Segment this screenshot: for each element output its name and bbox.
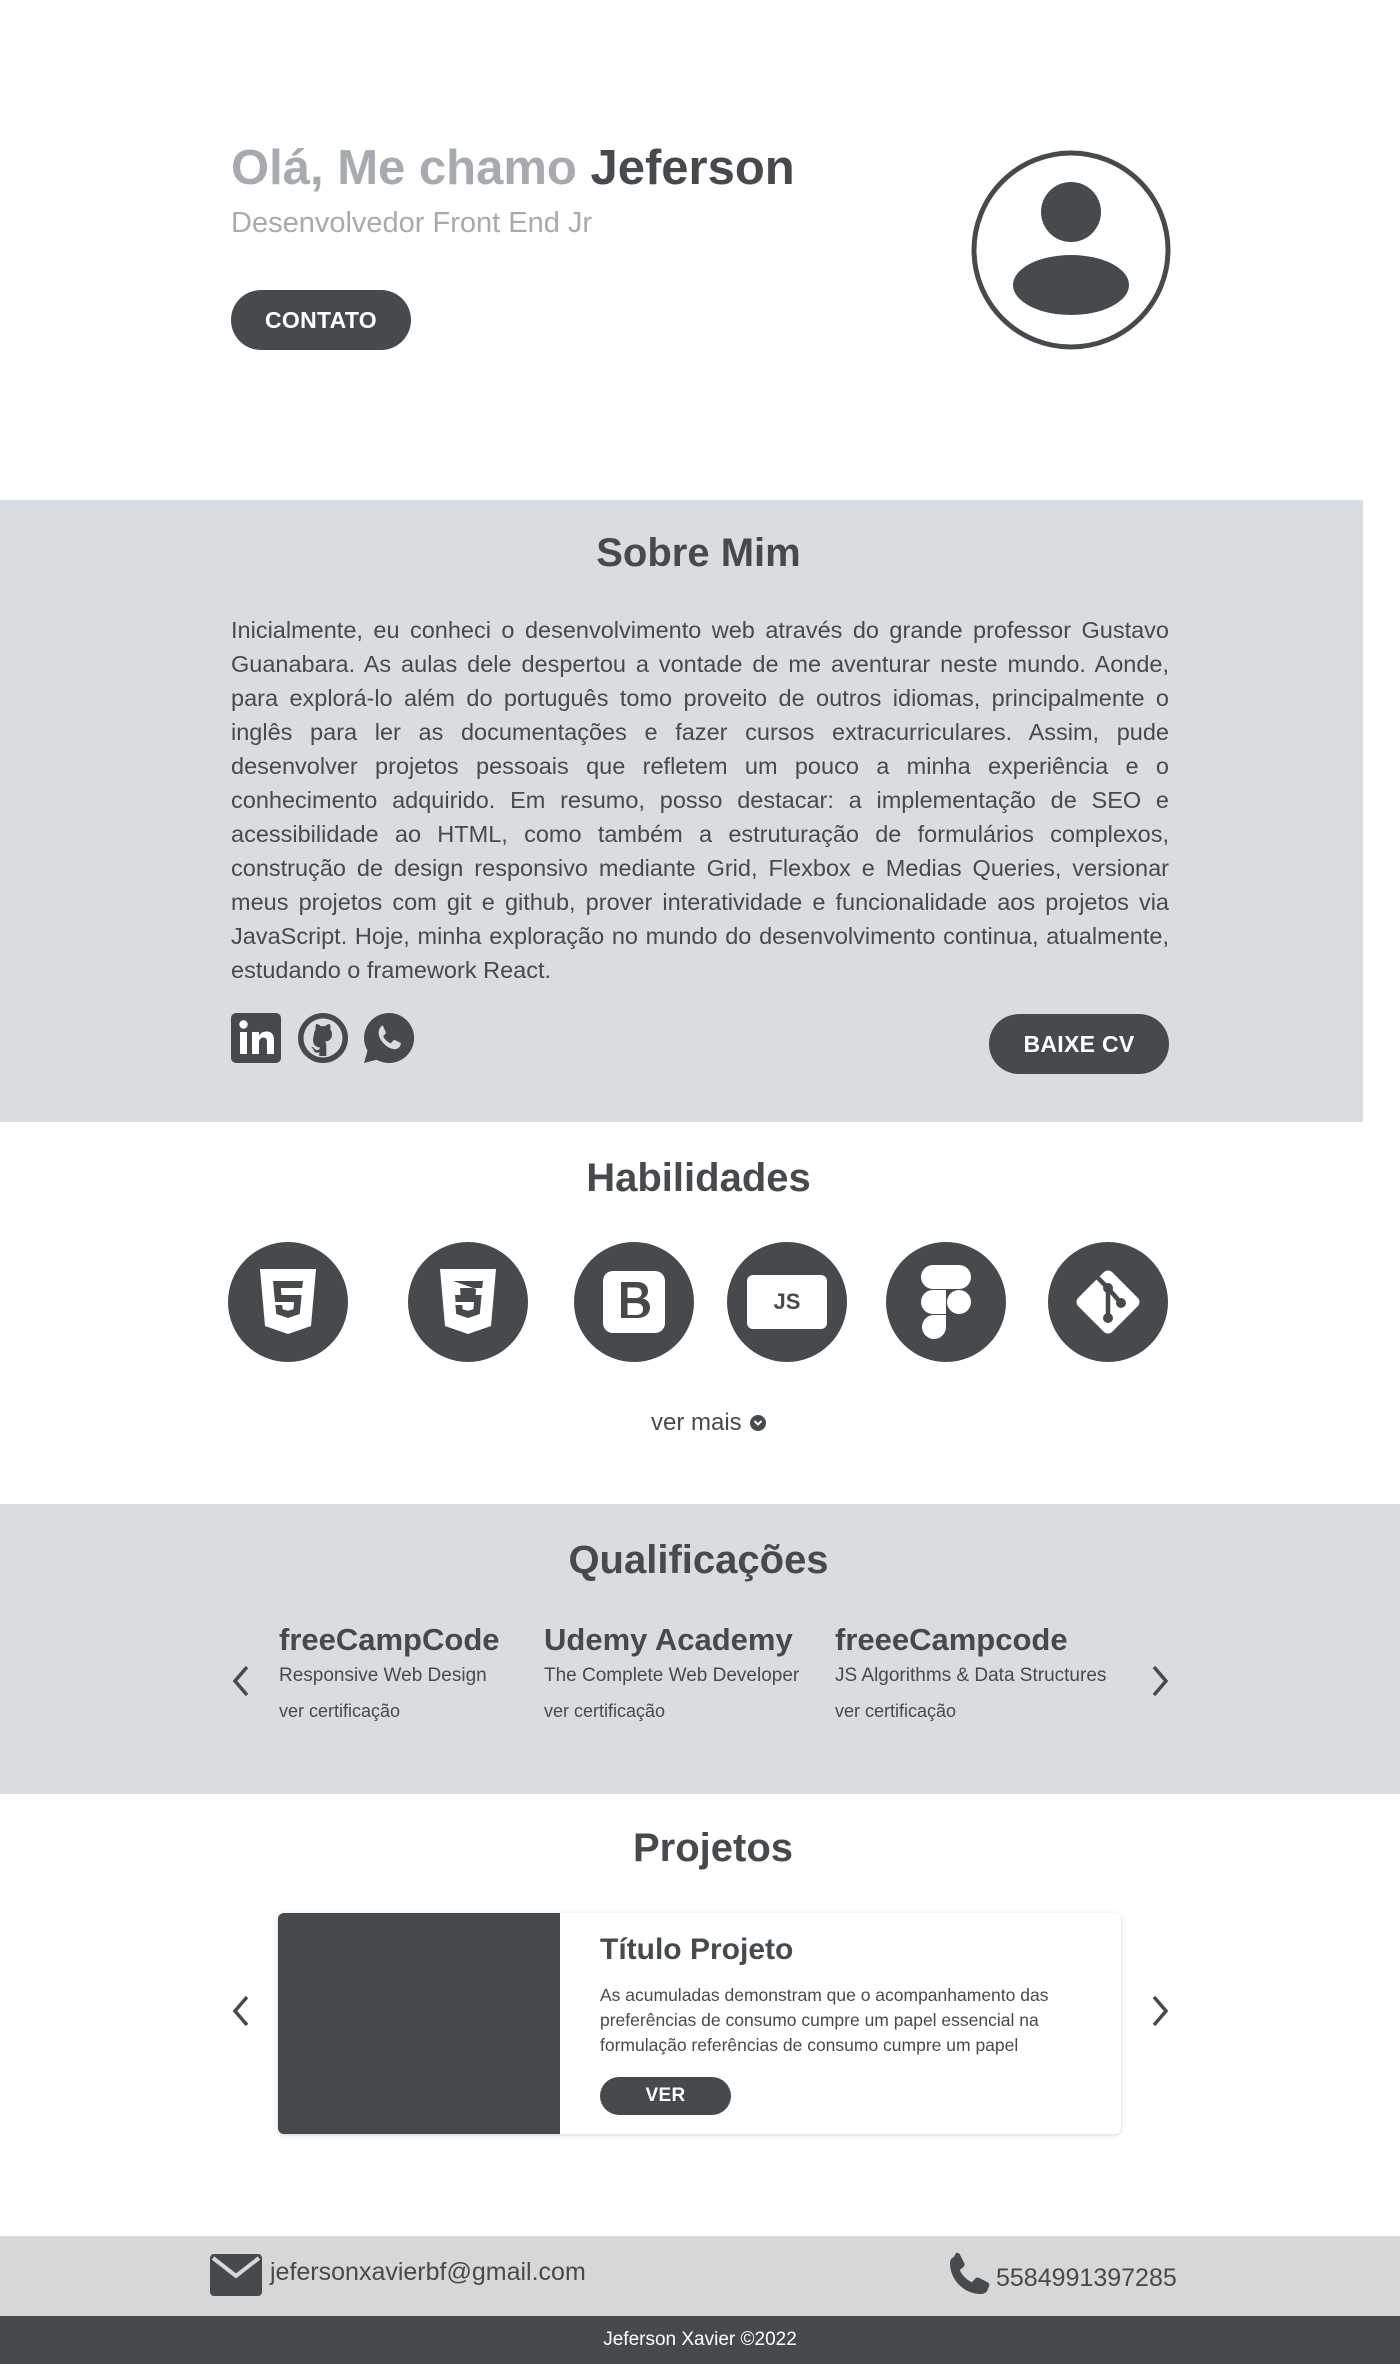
user-avatar-icon: [971, 150, 1171, 350]
copyright: Jeferson Xavier ©2022: [0, 2316, 1400, 2364]
hero-name: Jeferson: [590, 141, 795, 195]
qualifications-section: Qualificações freeCampCode Responsive We…: [0, 1504, 1400, 1794]
chevron-right-icon[interactable]: [1145, 1661, 1175, 1701]
hero-title: Olá, Me chamo Jeferson: [231, 138, 795, 198]
skills-title: Habilidades: [586, 1156, 811, 1200]
mail-icon: [210, 2254, 262, 2301]
projects-title: Projetos: [632, 1826, 794, 1870]
whatsapp-icon[interactable]: [363, 1012, 415, 1064]
certificate-link[interactable]: ver certificação: [279, 1699, 500, 1723]
chevron-left-icon[interactable]: [226, 1991, 256, 2031]
figma-icon: [886, 1242, 1006, 1362]
qualification-item: freeCampCode Responsive Web Design ver c…: [279, 1622, 500, 1723]
css3-icon: [408, 1242, 528, 1362]
html5-icon: [228, 1242, 348, 1362]
bootstrap-icon: [574, 1242, 694, 1362]
linkedin-icon[interactable]: [231, 1012, 281, 1064]
see-more-label: ver mais: [651, 1409, 742, 1436]
download-cv-button[interactable]: BAIXE CV: [989, 1014, 1169, 1074]
chevron-right-icon[interactable]: [1145, 1991, 1175, 2031]
qualification-name: freeeCampcode: [835, 1622, 1068, 1657]
certificate-link[interactable]: ver certificação: [544, 1699, 799, 1723]
about-section: Sobre Mim Inicialmente, eu conheci o des…: [0, 500, 1363, 1122]
view-project-button[interactable]: VER: [600, 2077, 731, 2115]
qualification-name: freeCampCode: [279, 1622, 500, 1657]
chevron-left-icon[interactable]: [226, 1661, 256, 1701]
phone-icon: [948, 2252, 992, 2301]
qualification-course: Responsive Web Design: [279, 1665, 487, 1686]
project-title: Título Projeto: [600, 1933, 794, 1966]
project-image: [278, 1913, 560, 2134]
qualification-course: JS Algorithms & Data Structures: [835, 1665, 1107, 1686]
qualification-course: The Complete Web Developer: [544, 1665, 800, 1686]
contact-bar: jefersonxavierbf@gmail.com 5584991397285: [0, 2236, 1400, 2316]
js-label: JS: [747, 1275, 827, 1329]
hero-section: Olá, Me chamo Jeferson Desenvolvedor Fro…: [0, 0, 1400, 500]
see-more-link[interactable]: ver mais: [651, 1409, 766, 1437]
project-card: Título Projeto As acumuladas demonstram …: [278, 1913, 1121, 2134]
hero-subtitle: Desenvolvedor Front End Jr: [231, 207, 593, 239]
chevron-down-icon: [749, 1415, 766, 1431]
email-link[interactable]: jefersonxavierbf@gmail.com: [270, 2258, 586, 2287]
project-description: As acumuladas demonstram que o acompanha…: [600, 1985, 1049, 2055]
qualifications-title: Qualificações: [568, 1538, 829, 1582]
github-icon[interactable]: [297, 1012, 349, 1064]
qualification-item: freeeCampcode JS Algorithms & Data Struc…: [835, 1622, 1106, 1723]
about-text: Inicialmente, eu conheci o desenvolvimen…: [231, 617, 1169, 983]
qualification-item: Udemy Academy The Complete Web Developer…: [544, 1622, 799, 1723]
contact-button[interactable]: CONTATO: [231, 290, 411, 350]
about-title: Sobre Mim: [596, 531, 801, 575]
javascript-icon: JS: [727, 1242, 847, 1362]
phone-number[interactable]: 5584991397285: [996, 2264, 1177, 2293]
qualification-name: Udemy Academy: [544, 1622, 793, 1657]
certificate-link[interactable]: ver certificação: [835, 1699, 1106, 1723]
hero-greeting: Olá, Me chamo: [231, 141, 591, 195]
git-icon: [1048, 1242, 1168, 1362]
